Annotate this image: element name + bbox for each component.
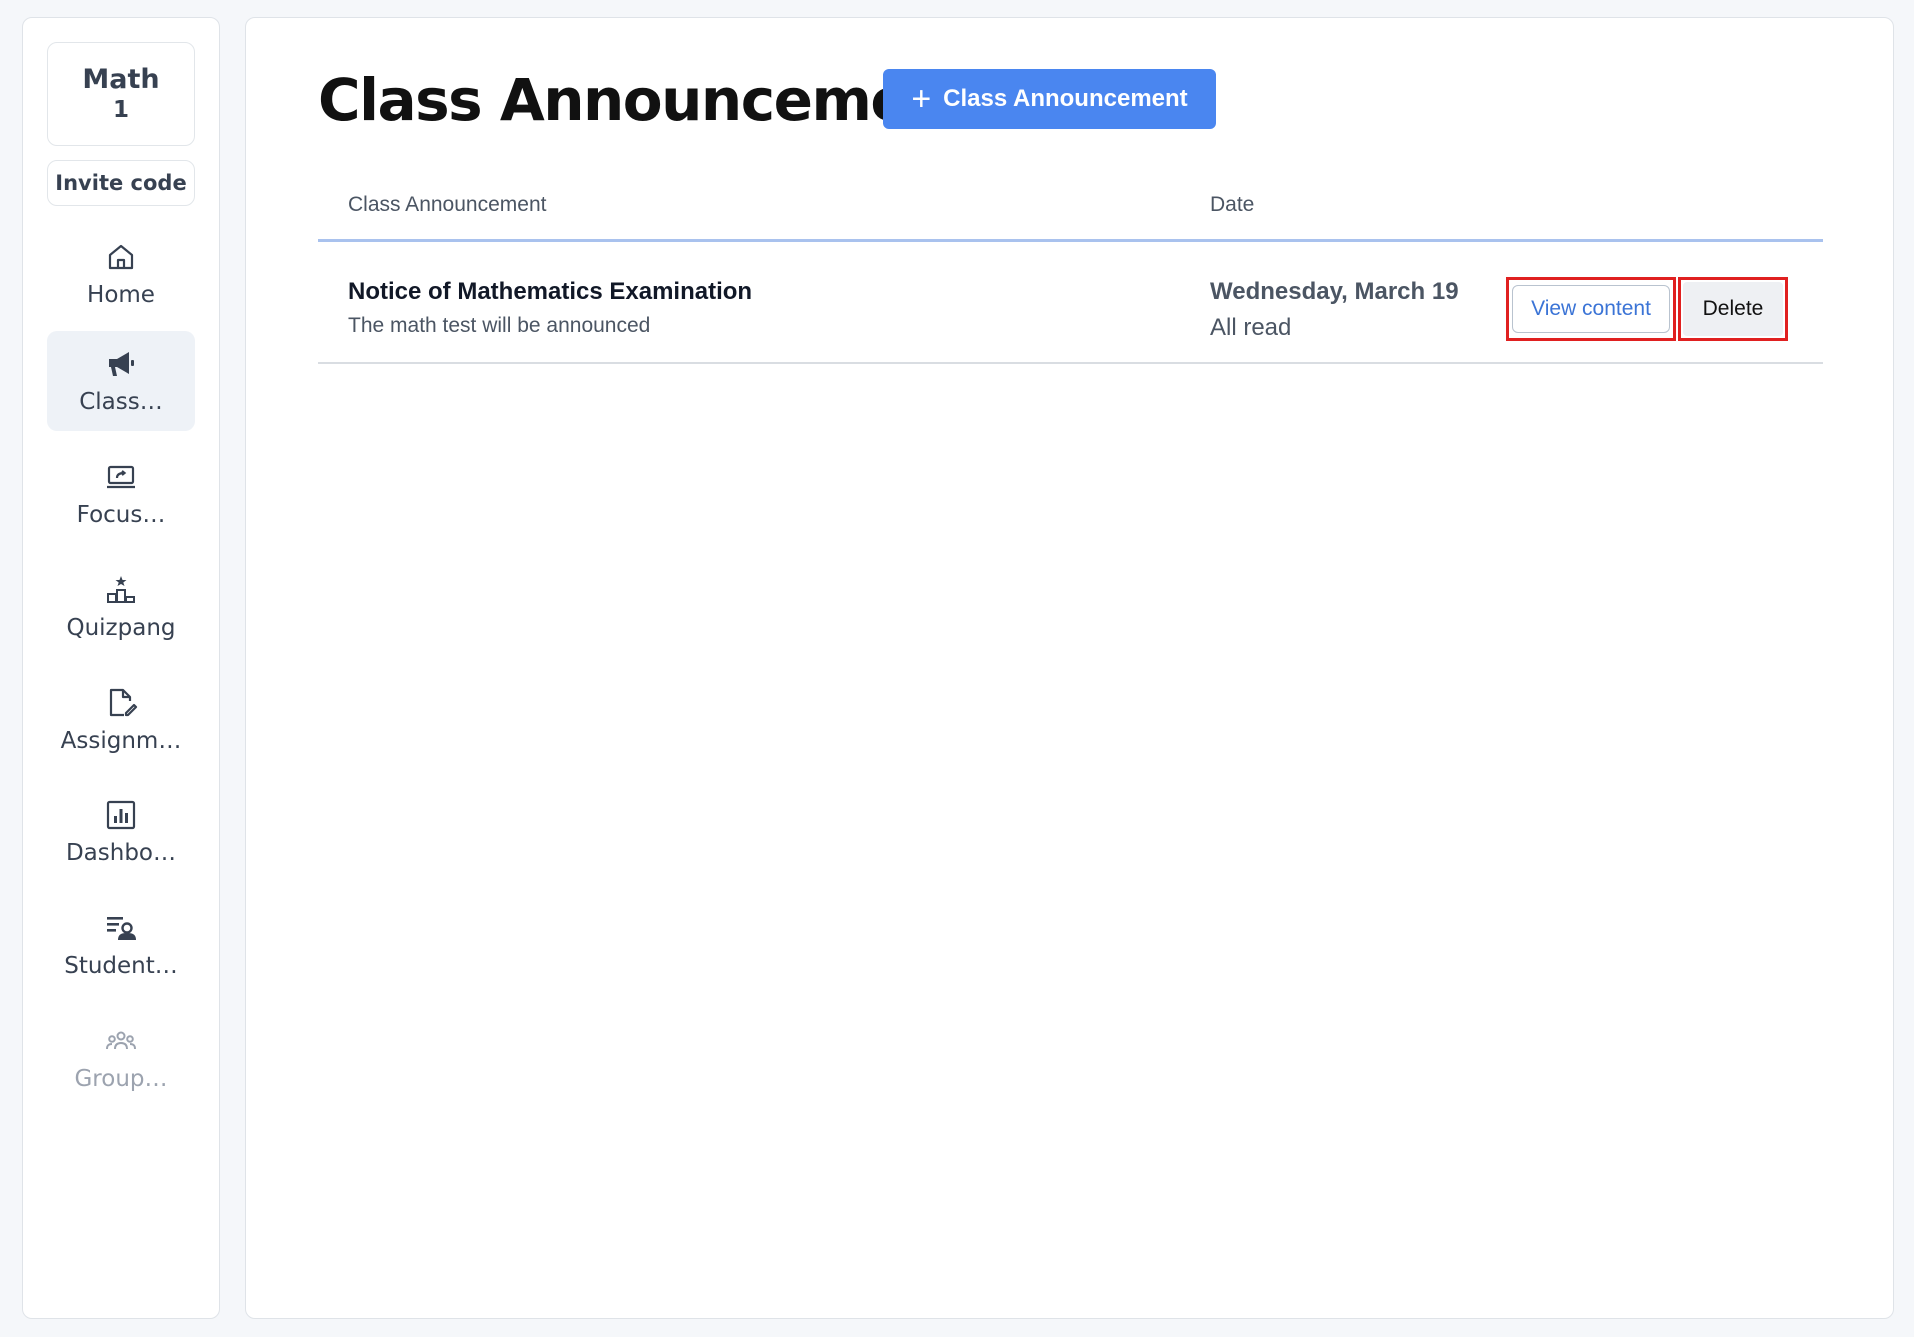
sidebar-item-assignment[interactable]: Assignm… <box>47 670 195 770</box>
sidebar-item-label: Class… <box>79 389 163 415</box>
view-content-highlight: View content <box>1506 277 1676 341</box>
table-row: Notice of Mathematics Examination The ma… <box>318 242 1823 364</box>
sidebar-item-dashboard[interactable]: Dashbo… <box>47 782 195 882</box>
class-number: 1 <box>112 97 129 124</box>
sidebar-item-label: Quizpang <box>66 615 176 641</box>
add-announcement-button[interactable]: + Class Announcement <box>883 69 1216 129</box>
sidebar: Math 1 Invite code Home Class… Focus… Qu… <box>22 17 220 1319</box>
podium-icon <box>104 573 138 607</box>
sidebar-item-group[interactable]: Group… <box>47 1008 195 1108</box>
read-status: All read <box>1210 314 1292 341</box>
sidebar-item-home[interactable]: Home <box>47 224 195 324</box>
student-list-icon <box>104 911 138 945</box>
announcement-description: The math test will be announced <box>348 314 651 337</box>
view-content-button[interactable]: View content <box>1512 285 1670 333</box>
invite-code-button[interactable]: Invite code <box>47 160 195 206</box>
sidebar-item-label: Assignm… <box>60 728 182 754</box>
sidebar-item-quizpang[interactable]: Quizpang <box>47 557 195 657</box>
announcement-title: Notice of Mathematics Examination <box>348 278 753 305</box>
add-announcement-label: Class Announcement <box>943 85 1188 112</box>
megaphone-icon <box>104 347 138 381</box>
sidebar-item-label: Group… <box>74 1066 168 1092</box>
sidebar-item-label: Home <box>87 282 155 308</box>
delete-highlight: Delete <box>1678 277 1788 341</box>
sidebar-item-label: Student… <box>64 953 178 979</box>
column-header-announcement: Class Announcement <box>348 193 547 216</box>
sidebar-item-focus[interactable]: Focus… <box>47 444 195 544</box>
class-name-box: Math 1 <box>47 42 195 146</box>
plus-icon: + <box>911 80 932 118</box>
edit-document-icon <box>104 686 138 720</box>
home-icon <box>104 240 138 274</box>
page-title: Class Announcement <box>318 66 976 134</box>
main-panel: Class Announcement + Class Announcement … <box>245 17 1894 1319</box>
class-subject: Math <box>82 63 160 95</box>
bar-chart-icon <box>104 798 138 832</box>
sidebar-item-class-announcement[interactable]: Class… <box>47 331 195 431</box>
sidebar-item-label: Focus… <box>76 502 166 528</box>
screen-share-icon <box>104 460 138 494</box>
sidebar-item-student[interactable]: Student… <box>47 895 195 995</box>
table-header: Class Announcement Date <box>318 158 1823 242</box>
sidebar-item-label: Dashbo… <box>65 840 177 866</box>
group-icon <box>104 1024 138 1058</box>
delete-button[interactable]: Delete <box>1683 282 1783 336</box>
announcement-date: Wednesday, March 19 <box>1210 278 1459 305</box>
announcement-table: Class Announcement Date Notice of Mathem… <box>318 158 1823 364</box>
column-header-date: Date <box>1210 193 1255 216</box>
